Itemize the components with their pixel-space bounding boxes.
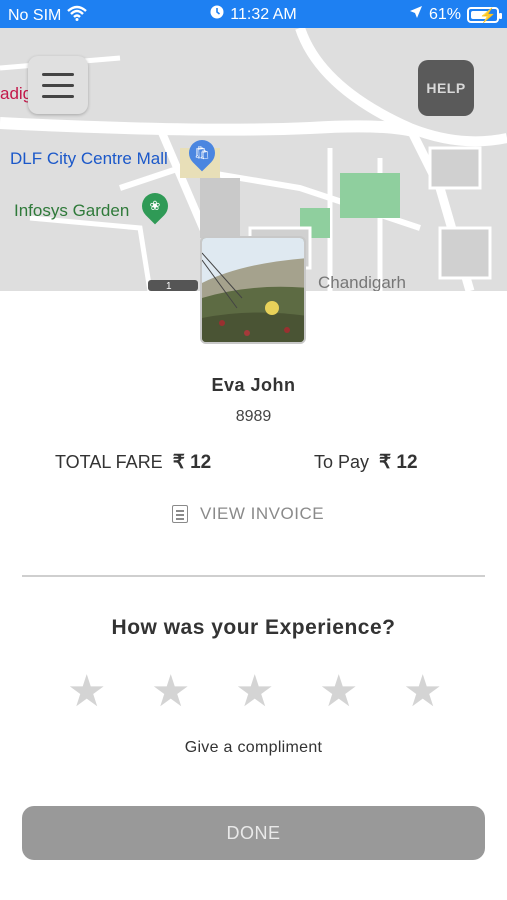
star-5-icon[interactable]: ★ — [403, 668, 442, 716]
view-invoice-link[interactable]: VIEW INVOICE — [172, 504, 324, 524]
star-2-icon[interactable]: ★ — [151, 668, 190, 716]
experience-question: How was your Experience? — [111, 616, 396, 639]
battery-percent: 61% — [428, 5, 461, 23]
driver-code: 8989 — [235, 408, 272, 425]
to-pay-label: To Pay — [314, 452, 370, 472]
shopping-bag-icon[interactable]: 🛍 — [183, 134, 221, 172]
star-3-icon[interactable]: ★ — [235, 668, 274, 716]
total-fare-label: TOTAL FARE — [55, 452, 163, 472]
clock-time: 11:32 AM — [230, 5, 297, 23]
driver-avatar — [200, 236, 306, 344]
park-pin-icon[interactable]: ❀ — [136, 187, 174, 225]
status-bar: No SIM 11:32 AM 61% ⚡ — [0, 0, 507, 28]
to-pay-value: ₹ 12 — [379, 452, 418, 473]
give-compliment-link[interactable]: Give a compliment — [0, 739, 507, 757]
total-fare-value: ₹ 12 — [172, 452, 212, 473]
map-label-mall[interactable]: DLF City Centre Mall — [10, 149, 168, 169]
battery-charging-icon: ⚡ — [467, 6, 502, 23]
hamburger-menu-icon[interactable] — [28, 56, 88, 114]
total-fare: TOTAL FARE ₹ 12 — [55, 451, 211, 474]
alarm-icon — [210, 5, 224, 24]
driver-name: Eva John — [211, 375, 296, 395]
map-scale-label: 1 — [166, 281, 172, 291]
star-1-icon[interactable]: ★ — [67, 668, 106, 716]
done-button[interactable]: DONE — [22, 806, 485, 860]
view-invoice-label[interactable]: VIEW INVOICE — [200, 504, 324, 524]
to-pay: To Pay ₹ 12 — [314, 451, 418, 474]
location-arrow-icon — [409, 5, 423, 24]
map-label-city: Chandigarh — [318, 273, 406, 291]
help-button[interactable]: HELP — [418, 60, 474, 116]
rating-stars[interactable]: ★ ★ ★ ★ ★ — [0, 668, 507, 718]
map-label-garden[interactable]: Infosys Garden — [14, 201, 129, 221]
star-4-icon[interactable]: ★ — [319, 668, 358, 716]
divider — [22, 575, 485, 577]
document-icon — [172, 505, 188, 523]
